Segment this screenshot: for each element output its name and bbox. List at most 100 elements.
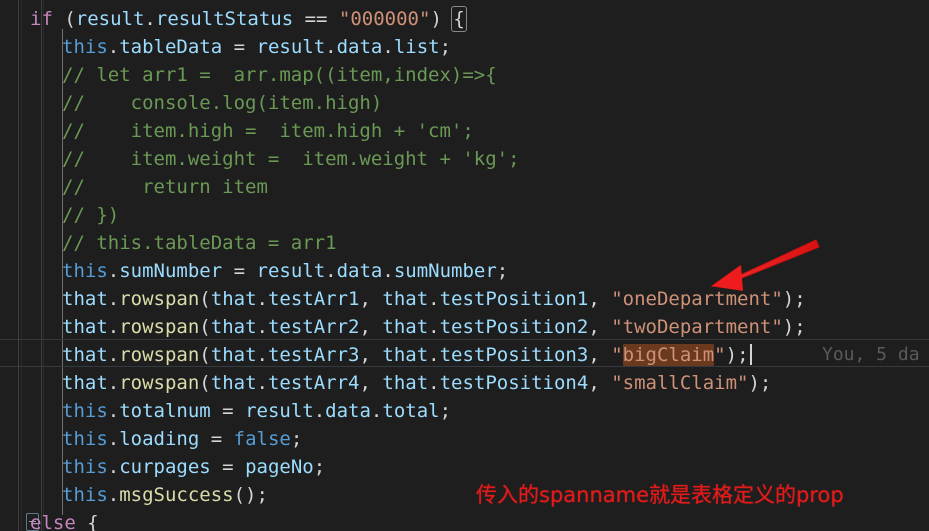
code-token: msgSuccess — [119, 484, 234, 506]
code-token: that — [62, 344, 108, 366]
line-rowspan-4[interactable]: that.rowspan(that.testArr4, that.testPos… — [0, 369, 929, 397]
code-token: testPosition4 — [439, 372, 589, 394]
annotation-line-1: 传入的spanname就是表格定义的prop — [476, 483, 844, 507]
line-if-result-status[interactable]: if (result.resultStatus == "000000") { — [0, 5, 929, 33]
code-token: "oneDepartment" — [611, 288, 783, 310]
code-token: ( — [199, 344, 211, 366]
code-token: testPosition3 — [439, 344, 589, 366]
code-token: ); — [725, 344, 749, 366]
line-tabledata-assign[interactable]: this.tableData = result.data.list; — [0, 33, 929, 61]
line-comment-tabledata-arr1[interactable]: // this.tableData = arr1 — [0, 229, 929, 257]
code-token: . — [325, 36, 337, 58]
code-token: ); — [782, 316, 806, 338]
code-token: result — [245, 400, 314, 422]
code-token: list — [393, 36, 440, 58]
code-token: that — [382, 288, 429, 310]
code-token: . — [256, 372, 268, 394]
code-token: = — [222, 36, 257, 58]
code-token: { — [75, 512, 99, 531]
code-token: ( — [199, 288, 211, 310]
code-token: . — [107, 344, 120, 366]
code-token: that — [382, 372, 429, 394]
code-token: false — [233, 428, 291, 450]
code-token: = — [210, 400, 246, 422]
code-token: resultStatus — [155, 8, 294, 30]
code-token: . — [256, 344, 268, 366]
line-rowspan-1[interactable]: that.rowspan(that.testArr1, that.testPos… — [0, 285, 929, 313]
code-token: . — [382, 36, 394, 58]
code-token: // console.log(item.high) — [62, 92, 383, 114]
code-token: , — [359, 316, 383, 338]
line-comment-console-log[interactable]: // console.log(item.high) — [0, 89, 929, 117]
code-token: // item.weight = item.weight + 'kg'; — [62, 148, 520, 170]
code-token: . — [107, 428, 120, 450]
code-token: // }) — [62, 204, 120, 226]
code-token: , — [588, 316, 612, 338]
code-token: . — [428, 288, 440, 310]
code-token: ); — [782, 288, 806, 310]
code-token: . — [107, 36, 120, 58]
code-token: rowspan — [119, 316, 200, 338]
code-token: (); — [233, 484, 268, 506]
line-rowspan-2[interactable]: that.rowspan(that.testArr2, that.testPos… — [0, 313, 929, 341]
code-token: that — [382, 344, 429, 366]
line-sumnumber-assign[interactable]: this.sumNumber = result.data.sumNumber; — [0, 257, 929, 285]
code-token: rowspan — [119, 288, 200, 310]
code-token: . — [107, 400, 120, 422]
code-token: // this.tableData = arr1 — [62, 232, 337, 254]
code-token: result — [75, 8, 145, 30]
code-token: " — [714, 344, 726, 366]
code-token: sumNumber — [393, 260, 497, 282]
line-comment-close-map[interactable]: // }) — [0, 201, 929, 229]
code-token: data — [336, 260, 383, 282]
code-token: testPosition1 — [439, 288, 589, 310]
code-token: sumNumber — [119, 260, 223, 282]
code-token: that — [62, 316, 108, 338]
line-comment-item-weight[interactable]: // item.weight = item.weight + 'kg'; — [0, 145, 929, 173]
code-token: testArr3 — [267, 344, 360, 366]
code-token: ( — [199, 316, 211, 338]
code-token: , — [588, 288, 612, 310]
code-token: bigClaim — [622, 344, 715, 366]
code-editor-screenshot: if (result.resultStatus == "000000") {th… — [0, 0, 929, 531]
code-token: that — [62, 288, 108, 310]
code-token: = — [222, 260, 257, 282]
code-token: rowspan — [119, 372, 200, 394]
code-token: ( — [199, 372, 211, 394]
code-token: result — [256, 36, 326, 58]
code-token: ( — [52, 8, 76, 30]
code-token: . — [428, 372, 440, 394]
code-token: " — [611, 344, 623, 366]
code-token: data — [336, 36, 383, 58]
code-token: curpages — [119, 456, 211, 478]
code-token: total — [382, 400, 440, 422]
code-token: , — [359, 344, 383, 366]
code-token: == — [293, 8, 339, 30]
line-comment-let-arr1[interactable]: // let arr1 = arr.map((item,index)=>{ — [0, 61, 929, 89]
code-token: "twoDepartment" — [611, 316, 783, 338]
code-token: , — [359, 288, 383, 310]
code-token: . — [313, 400, 326, 422]
code-token: . — [107, 316, 120, 338]
line-rowspan-3[interactable]: that.rowspan(that.testArr3, that.testPos… — [0, 341, 929, 369]
code-token: this — [62, 428, 108, 450]
code-token: { — [451, 6, 467, 32]
code-token: . — [107, 372, 120, 394]
code-token: testArr1 — [267, 288, 360, 310]
code-token: // return item — [62, 176, 268, 198]
code-token: this — [62, 260, 108, 282]
code-token: pageNo — [245, 456, 314, 478]
code-token: loading — [119, 428, 200, 450]
code-token: "smallClaim" — [611, 372, 749, 394]
line-comment-item-high[interactable]: // item.high = item.high + 'cm'; — [0, 117, 929, 145]
code-token: . — [107, 288, 120, 310]
code-token: ; — [439, 36, 452, 58]
code-token: testArr4 — [267, 372, 360, 394]
line-comment-return-item[interactable]: // return item — [0, 173, 929, 201]
code-token: that — [382, 316, 429, 338]
code-token: if — [30, 8, 53, 30]
code-token: . — [256, 316, 268, 338]
code-token: , — [588, 372, 612, 394]
code-token: result — [256, 260, 326, 282]
code-token: ; — [439, 400, 452, 422]
